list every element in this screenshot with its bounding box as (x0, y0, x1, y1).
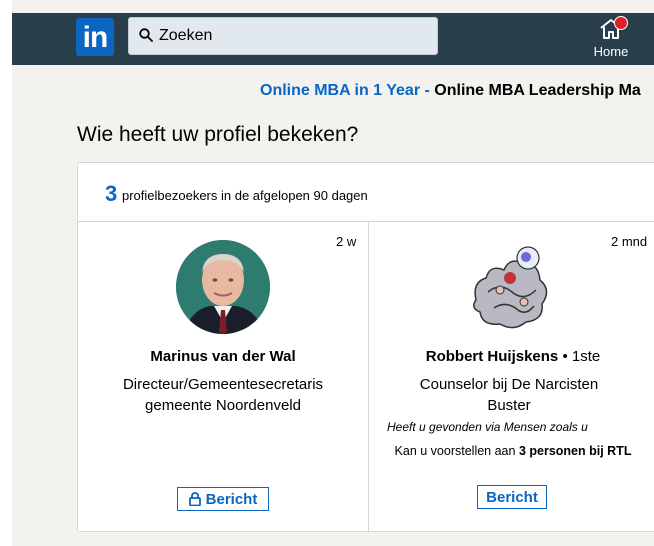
intro-connections[interactable]: 3 personen bij RTL (519, 444, 632, 458)
viewer-name[interactable]: Marinus van der Wal (78, 348, 368, 365)
message-button-label: Bericht (205, 491, 258, 508)
view-time: 2 mnd (611, 234, 648, 249)
viewer-count[interactable]: 3 (105, 181, 117, 207)
message-button[interactable]: Bericht (177, 487, 269, 511)
message-button[interactable]: Bericht (477, 485, 547, 509)
lock-icon (188, 492, 201, 507)
search-box[interactable] (128, 17, 438, 55)
avatar[interactable] (466, 242, 556, 334)
found-via: Heeft u gevonden via Mensen zoals u (387, 420, 588, 434)
viewer-headline: Directeur/Gemeentesecretaris gemeente No… (122, 376, 324, 414)
viewer-headline: Counselor bij De Narcisten Buster (419, 376, 599, 414)
search-input[interactable] (159, 24, 419, 48)
ad-banner[interactable]: Online MBA in 1 Year - Online MBA Leader… (260, 82, 641, 100)
intro-prefix: Kan u voorstellen aan (394, 444, 516, 458)
ad-link[interactable]: Online MBA in 1 Year - (260, 82, 430, 99)
connection-degree: • 1ste (562, 348, 601, 365)
nav-home[interactable]: Home (586, 15, 636, 61)
viewers-summary: 3 profielbezoekers in de afgelopen 90 da… (78, 163, 654, 222)
ad-headline: Online MBA Leadership Ma (434, 82, 641, 99)
search-icon (139, 28, 153, 42)
viewer-name[interactable]: Robbert Huijskens • 1ste (363, 348, 654, 365)
profile-viewers-card: 3 profielbezoekers in de afgelopen 90 da… (77, 162, 654, 532)
message-button-label: Bericht (486, 489, 538, 506)
avatar[interactable] (176, 240, 270, 334)
page-title: Wie heeft uw profiel bekeken? (77, 123, 359, 146)
viewer-card[interactable]: 2 w Marinus van der Wal Directeur/Gemeen… (78, 222, 369, 531)
view-time: 2 w (336, 234, 357, 249)
linkedin-logo[interactable]: in (76, 18, 114, 56)
home-label: Home (593, 44, 629, 59)
introduction-text: Kan u voorstellen aan 3 personen bij RTL (393, 442, 633, 460)
notification-badge (614, 16, 628, 30)
viewer-count-text: profielbezoekers in de afgelopen 90 dage… (122, 188, 368, 203)
viewer-card[interactable]: 2 mnd Robbert Huijskens • 1ste Counselor… (369, 222, 654, 531)
top-navigation-bar: in Home (12, 13, 654, 65)
viewer-name-text[interactable]: Robbert Huijskens (426, 348, 559, 365)
page-edge (0, 0, 12, 546)
